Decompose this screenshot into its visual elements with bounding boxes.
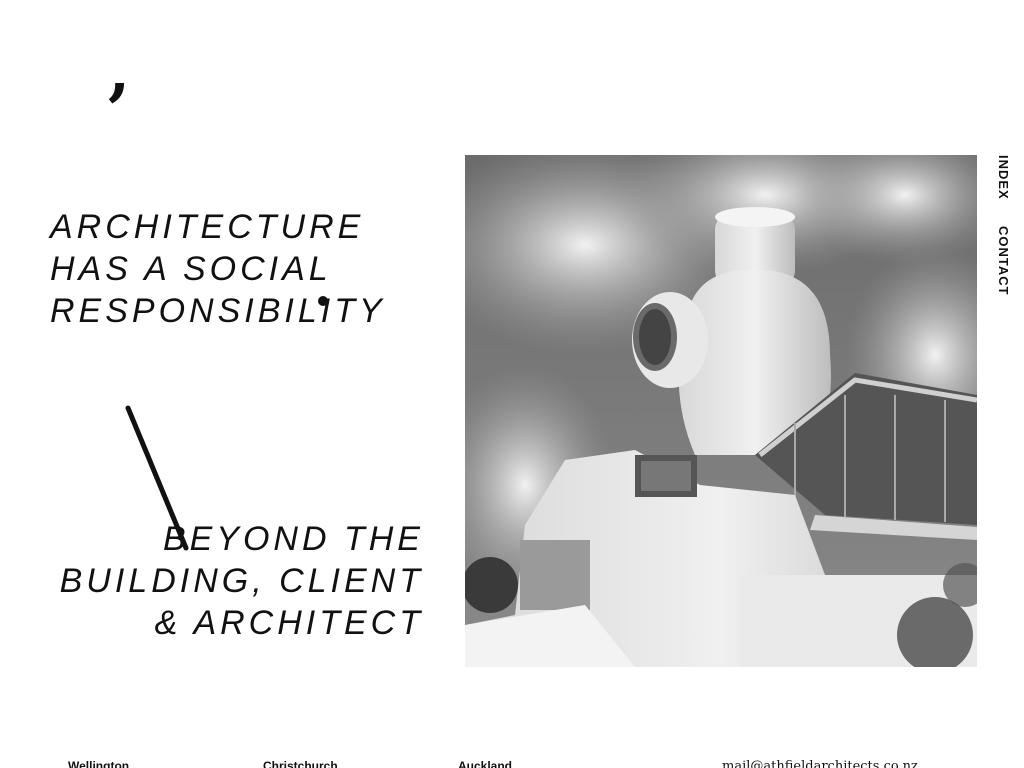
- footer-auckland: Auckland: [458, 759, 513, 768]
- nav-contact-link[interactable]: CONTACT: [996, 226, 1011, 296]
- subheadline: BEYOND THE BUILDING, CLIENT & ARCHITECT: [60, 518, 424, 644]
- footer-christchurch: Christchurch: [263, 759, 338, 768]
- building-photo-icon: [465, 155, 977, 667]
- subheadline-line-2: BUILDING, CLIENT: [59, 562, 424, 600]
- period-dot-mark: [318, 296, 328, 306]
- logo-comma-mark[interactable]: ,: [108, 40, 130, 104]
- hero-image: [465, 155, 977, 667]
- nav-index-link[interactable]: INDEX: [996, 155, 1011, 200]
- side-navigation: INDEX CONTACT: [996, 155, 1016, 321]
- headline-line-2: HAS A SOCIAL: [50, 250, 332, 288]
- page: , ARCHITECTURE HAS A SOCIAL RESPONSIBILI…: [0, 0, 1024, 768]
- subheadline-line-3: & ARCHITECT: [154, 604, 424, 642]
- footer: Wellington Christchurch Auckland mail@at…: [0, 756, 1024, 768]
- footer-email-link[interactable]: mail@athfieldarchitects.co.nz: [722, 759, 918, 768]
- headline-line-3: RESPONSIBILITY: [50, 292, 386, 330]
- headline-line-1: ARCHITECTURE: [50, 208, 365, 246]
- footer-wellington: Wellington: [68, 759, 130, 768]
- headline: ARCHITECTURE HAS A SOCIAL RESPONSIBILITY: [50, 206, 386, 332]
- subheadline-line-1: BEYOND THE: [162, 520, 424, 558]
